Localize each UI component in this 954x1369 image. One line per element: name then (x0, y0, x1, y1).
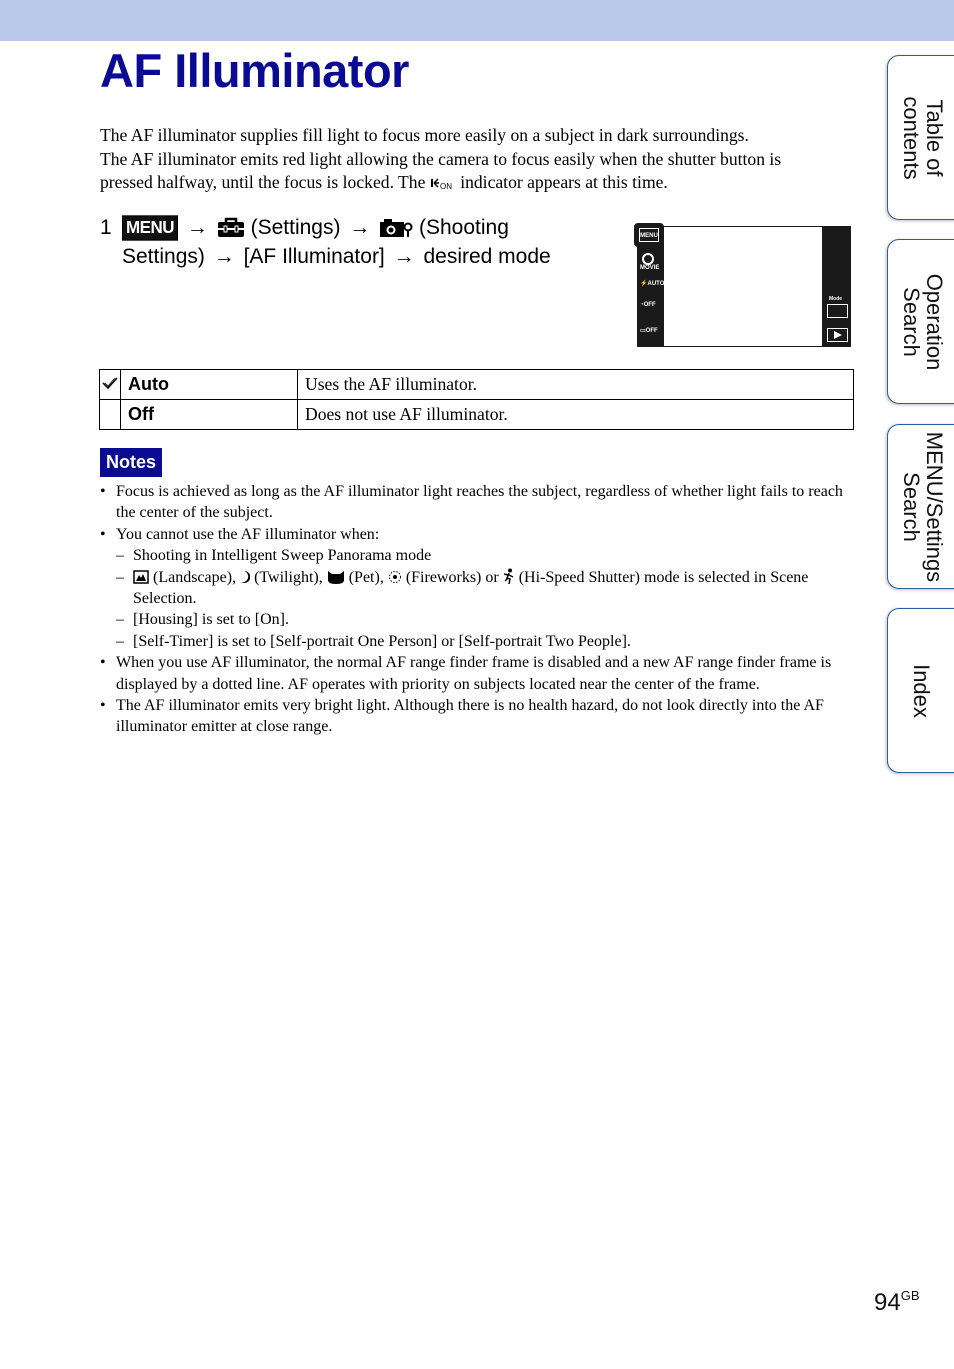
movie-icon: MOVIE (640, 253, 659, 271)
bullet: • (100, 483, 106, 500)
note-text: When you use AF illuminator, the normal … (116, 654, 832, 693)
modes-table: Auto Uses the AF illuminator. Off Does n… (99, 369, 854, 430)
notes-badge: Notes (100, 448, 163, 477)
note-text: (Twilight), (254, 568, 323, 586)
notes-list: • Focus is achieved as long as the AF ill… (100, 481, 860, 738)
tab-label: MENU/Settings Search (899, 431, 947, 582)
tab-label: Operation Search (899, 273, 947, 370)
page-number-value: 94 (874, 1289, 901, 1316)
checkmark-icon (102, 377, 118, 390)
fireworks-icon (388, 570, 401, 583)
bullet: • (100, 697, 106, 715)
dash: – (116, 568, 124, 586)
dash: – (116, 547, 124, 565)
intro-line-3: pressed halfway, until the focus is lock… (100, 171, 860, 195)
af-illuminator-item: [AF Illuminator] (243, 245, 385, 268)
step-number: 1 (100, 216, 112, 239)
note-text: (Landscape), (153, 568, 237, 586)
intro-line-2: The AF illuminator emits red light allow… (100, 148, 782, 169)
twilight-icon (241, 570, 251, 583)
page-suffix: GB (900, 1288, 920, 1303)
note-text: (Fireworks) or (405, 568, 499, 586)
check-cell (99, 399, 121, 430)
desired-mode-label: desired mode (423, 245, 551, 268)
note-text: [Housing] is set to [On]. (133, 611, 289, 629)
mode-name: Off (120, 399, 298, 430)
intro-line-1: The AF illuminator supplies fill light t… (100, 125, 749, 145)
self-timer-off-icon: ◔OFF (640, 302, 656, 308)
intro-text: pressed halfway, until the focus is lock… (100, 172, 430, 192)
page-number: 94GB (874, 1288, 920, 1317)
sub-list-item: – Shooting in Intelligent Sweep Panorama … (100, 545, 860, 566)
arrow-icon: → (213, 245, 235, 268)
tab-table-of-contents[interactable]: Table of contents (887, 55, 954, 220)
hi-speed-shutter-icon (503, 568, 514, 584)
play-icon (834, 331, 842, 339)
sub-list-item: – [Housing] is set to [On]. (100, 609, 860, 630)
pet-icon (327, 570, 344, 584)
sub-list-item: – [Self-Timer] is set to [Self-portrait O… (100, 631, 860, 652)
mode-name: Auto (120, 369, 298, 400)
dash: – (116, 611, 124, 629)
list-item: • You cannot use the AF illuminator when: (100, 524, 860, 545)
settings-label: (Settings) (250, 216, 341, 239)
af-illuminator-on-icon: ON (430, 178, 452, 190)
camera-screen-illustration: MENU MOVIE ⚡AUTO ◔OFF ▭OFF Mode (634, 223, 851, 347)
menu-button-icon: MENU (122, 215, 179, 241)
sub-list-item: – (Landscape), (Twilight), (Pet), (Firew… (100, 567, 860, 610)
tab-index[interactable]: Index (887, 608, 954, 773)
shooting-settings-label-a: (Shooting (419, 216, 509, 239)
screen-right-bar: Mode (823, 226, 851, 347)
table-row: Off Does not use AF illuminator. (99, 399, 854, 430)
mode-description: Does not use AF illuminator. (297, 399, 854, 430)
note-text: (Pet), (348, 568, 384, 586)
toolbox-settings-icon (217, 217, 244, 237)
tab-operation-search[interactable]: Operation Search (887, 239, 954, 404)
tab-label: Index (909, 663, 934, 718)
camera-wrench-icon (380, 219, 413, 237)
page-title: AF Illuminator (100, 44, 409, 97)
intro-paragraph: The AF illuminator supplies fill light t… (100, 124, 860, 195)
tab-menu-settings-search[interactable]: MENU/Settings Search (887, 424, 954, 589)
shooting-settings-label-b: Settings) (122, 245, 205, 268)
screen-viewfinder (664, 227, 822, 346)
note-text: Focus is achieved as long as the AF illu… (116, 483, 843, 522)
table-row: Auto Uses the AF illuminator. (99, 369, 854, 400)
step-1: 1 MENU → (Settings) → (Shooting Settings… (100, 213, 620, 271)
list-item: • Focus is achieved as long as the AF ill… (100, 481, 860, 524)
note-text: Shooting in Intelligent Sweep Panorama m… (133, 547, 432, 565)
landscape-icon (133, 569, 149, 584)
list-item: • The AF illuminator emits very bright li… (100, 695, 860, 738)
tab-label: Table of contents (899, 95, 947, 180)
intelligent-auto-icon (827, 304, 848, 318)
note-text: You cannot use the AF illuminator when: (116, 525, 380, 543)
dash: – (116, 632, 124, 650)
screen-menu-button: MENU (634, 223, 664, 247)
note-text: The AF illuminator emits very bright lig… (116, 697, 824, 736)
flash-auto-icon: ⚡AUTO (640, 281, 665, 287)
mode-description: Uses the AF illuminator. (297, 369, 854, 400)
playback-button (827, 328, 848, 342)
default-check-cell (99, 369, 121, 400)
arrow-icon: → (186, 216, 208, 239)
list-item: • When you use AF illuminator, the normal… (100, 652, 860, 695)
svg-text:ON: ON (440, 182, 452, 190)
arrow-icon: → (349, 216, 371, 239)
screen-menu-label: MENU (639, 228, 659, 242)
intro-text: indicator appears at this time. (455, 172, 668, 192)
burst-off-icon: ▭OFF (640, 328, 658, 334)
mode-label: Mode (829, 296, 843, 302)
arrow-icon: → (393, 245, 415, 268)
header-band (0, 0, 954, 41)
note-text: [Self-Timer] is set to [Self-portrait On… (133, 632, 631, 650)
bullet: • (100, 654, 106, 672)
bullet: • (100, 525, 106, 543)
